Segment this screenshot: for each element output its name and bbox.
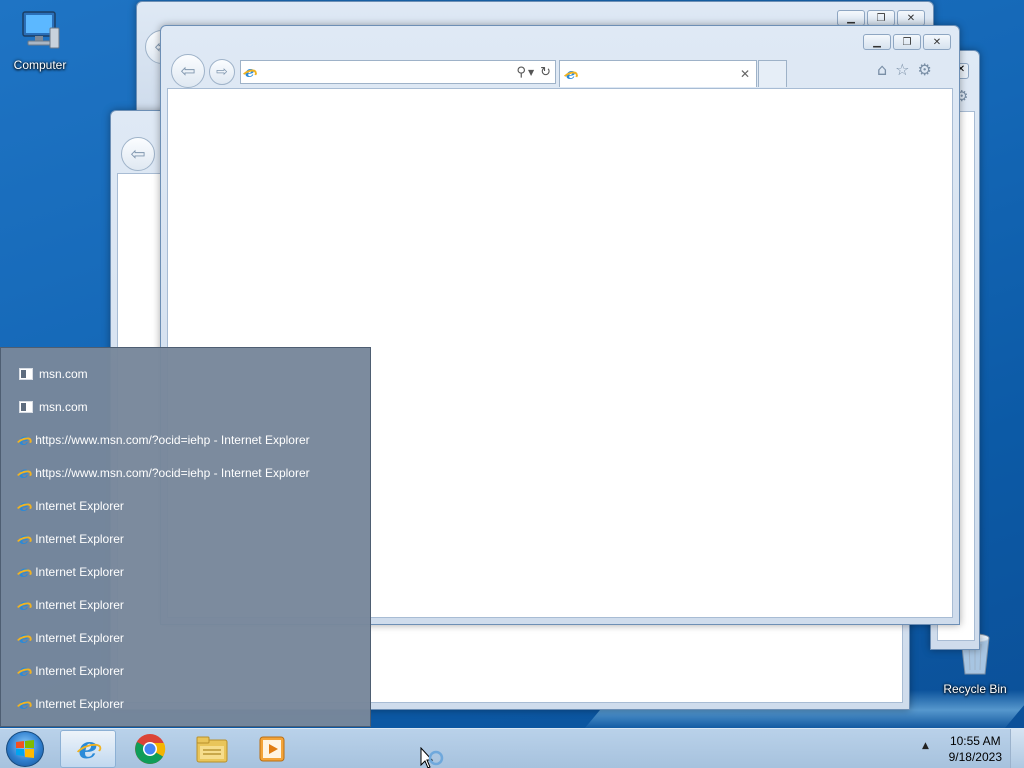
window-list-item-label: Internet Explorer xyxy=(35,598,124,612)
window-list-item[interactable]: e Internet Explorer xyxy=(19,495,124,517)
taskbar: e ▲ 10:55 AM 9/18/2023 xyxy=(0,728,1024,768)
ie-icon: e xyxy=(245,62,255,81)
clock-time: 10:55 AM xyxy=(949,734,1001,748)
ie-icon: e xyxy=(19,529,30,548)
window-list-item[interactable]: e Internet Explorer xyxy=(19,660,124,682)
taskbar-file-explorer[interactable] xyxy=(184,730,240,768)
desktop-icon-label: Recycle Bin xyxy=(943,682,1007,696)
window-list-item-label: https://www.msn.com/?ocid=iehp - Interne… xyxy=(35,466,310,480)
ie-icon: e xyxy=(566,64,576,83)
search-icon[interactable]: ⚲ xyxy=(516,65,526,80)
page-icon xyxy=(19,401,33,413)
minimize-button[interactable]: ▁ xyxy=(863,34,891,50)
window-list-item-label: Internet Explorer xyxy=(35,697,124,711)
media-player-icon xyxy=(259,736,285,762)
ie-icon: e xyxy=(78,731,98,766)
show-hidden-icons-icon[interactable]: ▲ xyxy=(922,741,929,751)
ie-icon: e xyxy=(19,496,30,515)
favorites-star-icon[interactable]: ☆ xyxy=(895,60,909,79)
window-list-item-label: https://www.msn.com/?ocid=iehp - Interne… xyxy=(35,433,310,447)
window-list-item[interactable]: e Internet Explorer xyxy=(19,528,124,550)
window-list-item-label: msn.com xyxy=(39,367,88,381)
taskbar-media-player[interactable] xyxy=(244,730,300,768)
computer-icon xyxy=(17,8,63,54)
folder-icon xyxy=(196,736,228,763)
window-list-item[interactable]: e Internet Explorer xyxy=(19,561,124,583)
restore-button[interactable]: ❐ xyxy=(893,34,921,50)
start-button[interactable] xyxy=(6,731,44,767)
show-desktop-button[interactable] xyxy=(1010,729,1024,768)
chrome-icon xyxy=(135,734,166,764)
home-icon[interactable]: ⌂ xyxy=(877,60,887,79)
toolbar-icons: ⌂ ☆ ⚙ xyxy=(877,60,932,79)
ie-icon: e xyxy=(19,628,30,647)
window-list-item[interactable]: e Internet Explorer xyxy=(19,627,124,649)
ie-icon: e xyxy=(19,595,30,614)
page-icon xyxy=(19,368,33,380)
taskbar-internet-explorer[interactable]: e xyxy=(60,730,116,768)
taskbar-window-list: msn.com msn.com e https://www.msn.com/?o… xyxy=(0,347,371,727)
window-list-item[interactable]: e Internet Explorer xyxy=(19,594,124,616)
window-list-item-label: Internet Explorer xyxy=(35,631,124,645)
desktop-icon-computer[interactable]: Computer xyxy=(0,8,80,72)
window-list-item[interactable]: e https://www.msn.com/?ocid=iehp - Inter… xyxy=(19,462,310,484)
refresh-icon[interactable]: ↻ xyxy=(540,65,551,80)
chevron-down-icon[interactable]: ▼ xyxy=(528,68,534,77)
window-list-item-label: Internet Explorer xyxy=(35,499,124,513)
new-tab-button[interactable] xyxy=(758,60,787,87)
windows-logo-icon xyxy=(16,740,34,758)
forward-button[interactable]: ⇨ xyxy=(209,59,235,85)
ie-icon: e xyxy=(19,430,30,449)
window-list-item-label: Internet Explorer xyxy=(35,664,124,678)
gear-icon[interactable]: ⚙ xyxy=(918,60,932,79)
window-list-item-label: Internet Explorer xyxy=(35,532,124,546)
back-button[interactable]: ⇦ xyxy=(171,54,205,88)
ie-icon: e xyxy=(19,562,30,581)
window-caption-buttons: ▁ ❐ ✕ xyxy=(837,10,925,26)
window-list-item[interactable]: e https://www.msn.com/?ocid=iehp - Inter… xyxy=(19,429,310,451)
restore-button[interactable]: ❐ xyxy=(867,10,895,26)
cursor-loading-icon xyxy=(420,746,446,768)
window-caption-buttons: ▁ ❐ ✕ xyxy=(863,34,951,50)
window-list-item-label: msn.com xyxy=(39,400,88,414)
clock-date: 9/18/2023 xyxy=(948,750,1002,764)
close-button[interactable]: ✕ xyxy=(923,34,951,50)
close-button[interactable]: ✕ xyxy=(897,10,925,26)
tab-active[interactable]: e ✕ xyxy=(559,60,757,87)
close-tab-icon[interactable]: ✕ xyxy=(740,67,750,81)
ie-icon: e xyxy=(19,463,30,482)
address-bar[interactable]: e ⚲ ▼ ↻ xyxy=(240,60,556,84)
minimize-button[interactable]: ▁ xyxy=(837,10,865,26)
taskbar-google-chrome[interactable] xyxy=(122,730,178,768)
ie-icon: e xyxy=(19,694,30,713)
window-list-item-label: Internet Explorer xyxy=(35,565,124,579)
back-button[interactable]: ⇦ xyxy=(121,137,155,171)
system-clock[interactable]: 10:55 AM 9/18/2023 xyxy=(949,733,1002,765)
window-list-item[interactable]: e Internet Explorer xyxy=(19,693,124,715)
desktop-icon-label: Computer xyxy=(13,58,67,72)
window-list-item[interactable]: msn.com xyxy=(19,396,88,418)
window-list-item[interactable]: msn.com xyxy=(19,363,88,385)
ie-icon: e xyxy=(19,661,30,680)
